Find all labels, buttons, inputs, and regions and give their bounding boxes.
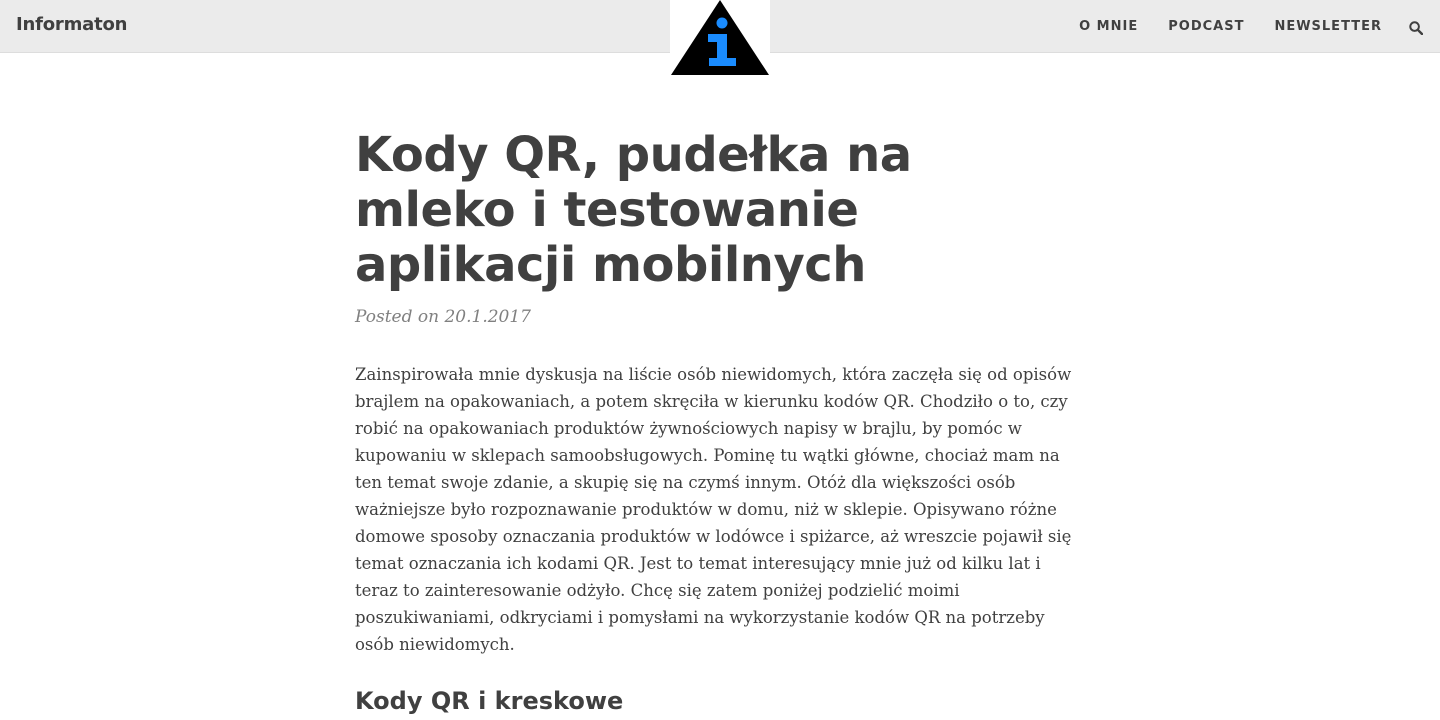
section-heading: Kody QR i kreskowe xyxy=(355,687,624,715)
post-title: Kody QR, pudełka na mleko i testowanie a… xyxy=(355,127,912,293)
intro-paragraph: Zainspirowała mnie dyskusja na liście os… xyxy=(355,365,1072,654)
site-logo[interactable] xyxy=(670,0,770,76)
site-brand-link[interactable]: Informaton xyxy=(16,14,127,35)
info-triangle-logo-icon xyxy=(671,0,769,75)
post-date: Posted on 20.1.2017 xyxy=(355,307,531,327)
search-icon[interactable] xyxy=(1409,20,1424,36)
main-nav: O MNIE PODCAST NEWSLETTER xyxy=(1079,18,1382,36)
nav-link-o-mnie[interactable]: O MNIE xyxy=(1079,18,1138,36)
nav-link-podcast[interactable]: PODCAST xyxy=(1168,18,1244,36)
top-navbar: Informaton O MNIE PODCAST NEWSLETTER xyxy=(0,0,1440,76)
nav-link-newsletter[interactable]: NEWSLETTER xyxy=(1274,18,1382,36)
article: Kody QR, pudełka na mleko i testowanie a… xyxy=(355,128,1085,716)
post-body: Zainspirowała mnie dyskusja na liście os… xyxy=(355,361,1085,658)
